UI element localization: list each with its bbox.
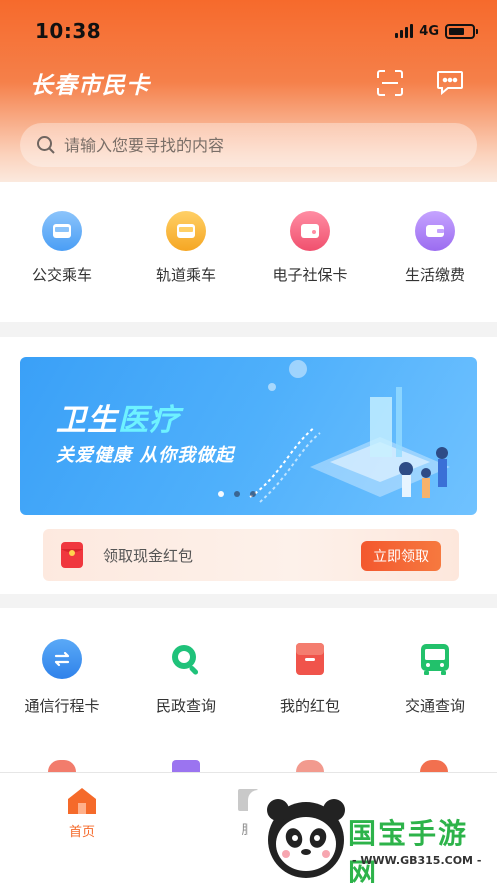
red-packet-icon bbox=[290, 639, 330, 679]
quick-actions: 公交乘车 轨道乘车 电子社保卡 生活缴费 bbox=[0, 182, 497, 322]
carousel-dot[interactable] bbox=[250, 491, 256, 497]
medical-illustration bbox=[249, 360, 450, 503]
quick-action-metro[interactable]: 轨道乘车 bbox=[124, 211, 248, 285]
quick-action-social-security[interactable]: 电子社保卡 bbox=[248, 211, 372, 285]
bus-icon bbox=[415, 639, 455, 679]
service-my-red-packet[interactable]: 我的红包 bbox=[248, 639, 372, 716]
service-traffic-query[interactable]: 交通查询 bbox=[373, 639, 497, 716]
partial-icon bbox=[172, 760, 200, 772]
carousel-dot[interactable] bbox=[234, 491, 240, 497]
travel-card-icon bbox=[42, 639, 82, 679]
panda-logo-icon bbox=[267, 799, 345, 878]
banner-title: 卫生医疗 bbox=[56, 403, 180, 438]
red-packet-promo[interactable]: 领取现金红包 立即领取 bbox=[43, 529, 459, 581]
banner-subtitle: 关爱健康 从你我做起 bbox=[56, 445, 235, 466]
claim-button[interactable]: 立即领取 bbox=[361, 541, 441, 571]
wallet-icon bbox=[415, 211, 455, 251]
bus-card-icon bbox=[42, 211, 82, 251]
banner-carousel[interactable]: 卫生医疗 关爱健康 从你我做起 bbox=[20, 357, 477, 515]
search-icon bbox=[37, 136, 55, 154]
signal-icon bbox=[395, 24, 414, 38]
promo-section: 卫生医疗 关爱健康 从你我做起 领取现金红包 立即领取 bbox=[0, 337, 497, 594]
social-security-card-icon bbox=[290, 211, 330, 251]
red-packet-label: 领取现金红包 bbox=[103, 546, 194, 565]
carousel-dot[interactable] bbox=[218, 491, 224, 497]
service-civil-query[interactable]: 民政查询 bbox=[124, 639, 248, 716]
status-time: 10:38 bbox=[35, 19, 102, 43]
metro-card-icon bbox=[166, 211, 206, 251]
partial-icon bbox=[296, 760, 324, 772]
watermark-brand: 国宝手游网 bbox=[348, 817, 469, 883]
status-bar: 10:38 4G bbox=[35, 18, 478, 44]
service-travel-card[interactable]: 通信行程卡 bbox=[0, 639, 124, 716]
services-grid: 通信行程卡 民政查询 我的红包 交通查询 bbox=[0, 608, 497, 788]
red-envelope-icon bbox=[61, 542, 83, 568]
header: 10:38 4G 长春市民卡 bbox=[0, 0, 497, 182]
partial-icon bbox=[48, 760, 76, 772]
watermark-logo: 国宝手游网 - WWW.GB315.COM - bbox=[248, 790, 497, 883]
scan-icon[interactable] bbox=[377, 70, 403, 96]
watermark-url: - WWW.GB315.COM - bbox=[352, 854, 482, 867]
search-bar[interactable] bbox=[20, 123, 477, 167]
tab-home[interactable]: 首页 bbox=[42, 787, 122, 840]
carousel-indicator bbox=[218, 491, 256, 497]
message-icon[interactable] bbox=[436, 68, 464, 96]
search-query-icon bbox=[166, 639, 206, 679]
quick-action-utilities[interactable]: 生活缴费 bbox=[373, 211, 497, 285]
battery-icon bbox=[445, 23, 478, 39]
quick-action-bus[interactable]: 公交乘车 bbox=[0, 211, 124, 285]
app-title: 长春市民卡 bbox=[30, 73, 150, 99]
status-indicators: 4G bbox=[395, 23, 478, 39]
search-input[interactable] bbox=[64, 135, 444, 155]
network-type: 4G bbox=[419, 23, 439, 39]
home-icon bbox=[68, 788, 96, 814]
partial-icon bbox=[420, 760, 448, 772]
